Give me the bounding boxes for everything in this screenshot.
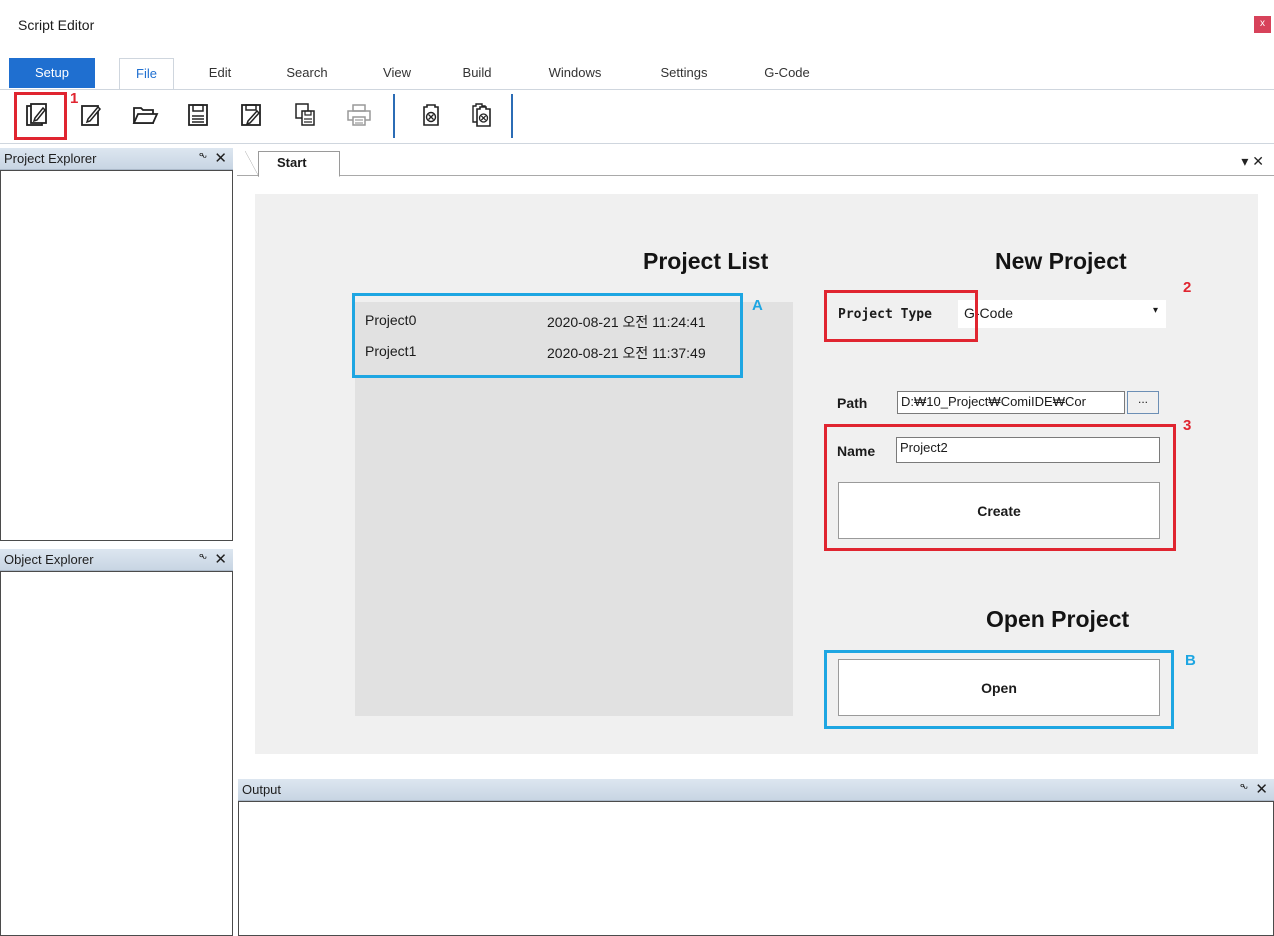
tab-controls[interactable]: ▾ ✕: [1241, 153, 1264, 170]
tab-windows[interactable]: Windows: [538, 58, 612, 89]
tab-build[interactable]: Build: [452, 58, 502, 89]
ribbon-tabs: Setup File Edit Search View Build Window…: [0, 58, 1274, 90]
open-folder-button[interactable]: [130, 100, 160, 130]
tab-view[interactable]: View: [372, 58, 422, 89]
project-explorer-title: Project Explorer: [4, 151, 97, 166]
annotation-box-3: [824, 424, 1176, 551]
annotation-box-1: [14, 92, 67, 140]
browse-button[interactable]: ...: [1127, 391, 1159, 414]
output-panel[interactable]: [238, 801, 1274, 936]
output-title: Output: [242, 782, 282, 797]
close-icon[interactable]: ✕: [1255, 779, 1268, 800]
pin-icon[interactable]: ᖕ: [199, 148, 207, 169]
close-icon[interactable]: ✕: [214, 148, 227, 169]
output-header: Output ᖕ ✕: [238, 779, 1274, 801]
annotation-label-b: B: [1185, 652, 1196, 669]
print-icon: [347, 104, 371, 126]
tab-search[interactable]: Search: [275, 58, 339, 89]
save-as-icon: [241, 104, 261, 126]
tab-edit[interactable]: Edit: [195, 58, 245, 89]
project-list-title: Project List: [643, 248, 769, 274]
tab-start[interactable]: Start: [245, 151, 340, 177]
pin-icon[interactable]: ᖕ: [199, 549, 207, 570]
save-button[interactable]: [183, 100, 213, 130]
new-project-title: New Project: [995, 248, 1127, 274]
open-project-title: Open Project: [986, 606, 1130, 632]
pin-icon[interactable]: ᖕ: [1240, 779, 1248, 800]
close-icon[interactable]: ✕: [214, 549, 227, 570]
project-type-select[interactable]: G-Code ▾: [958, 300, 1166, 328]
toolbar-separator: [393, 94, 395, 138]
save-as-button[interactable]: [236, 100, 266, 130]
save-all-icon: [295, 103, 315, 126]
open-folder-icon: [132, 107, 159, 124]
project-explorer-header: Project Explorer ᖕ ✕: [0, 148, 233, 170]
chevron-down-icon: ▾: [1152, 305, 1158, 316]
annotation-box-a: [352, 293, 743, 378]
print-button[interactable]: [344, 100, 374, 130]
annotation-label-a: A: [752, 297, 763, 314]
window-title: Script Editor: [18, 17, 95, 33]
annotation-label-2: 2: [1183, 279, 1192, 296]
save-all-button[interactable]: [290, 100, 320, 130]
path-field[interactable]: D:₩10_Project₩ComiIDE₩Cor: [897, 391, 1125, 414]
document-tabstrip: Start ▾ ✕: [237, 148, 1274, 177]
close-all-button[interactable]: [467, 100, 497, 130]
annotation-label-3: 3: [1183, 417, 1192, 434]
close-file-icon: [423, 104, 439, 126]
new-file-button[interactable]: [76, 100, 106, 130]
close-window-button[interactable]: x: [1254, 16, 1271, 33]
annotation-box-b: [824, 650, 1174, 729]
toolbar-separator: [511, 94, 513, 138]
path-label: Path: [837, 395, 868, 411]
close-file-button[interactable]: [416, 100, 446, 130]
tab-setup[interactable]: Setup: [9, 58, 95, 88]
object-explorer-header: Object Explorer ᖕ ✕: [0, 549, 233, 571]
object-explorer-panel[interactable]: [0, 571, 233, 936]
title-bar: Script Editor x: [0, 0, 1274, 54]
tab-file[interactable]: File: [119, 58, 174, 90]
annotation-label-1: 1: [70, 90, 79, 107]
object-explorer-title: Object Explorer: [4, 552, 94, 567]
save-icon: [188, 104, 208, 126]
tab-settings[interactable]: Settings: [647, 58, 721, 89]
close-all-icon: [472, 103, 491, 127]
new-file-icon: [81, 105, 102, 126]
annotation-box-2: [824, 290, 978, 342]
project-explorer-panel[interactable]: [0, 170, 233, 541]
tab-g-code[interactable]: G-Code: [753, 58, 821, 89]
toolbar: [0, 89, 1274, 144]
